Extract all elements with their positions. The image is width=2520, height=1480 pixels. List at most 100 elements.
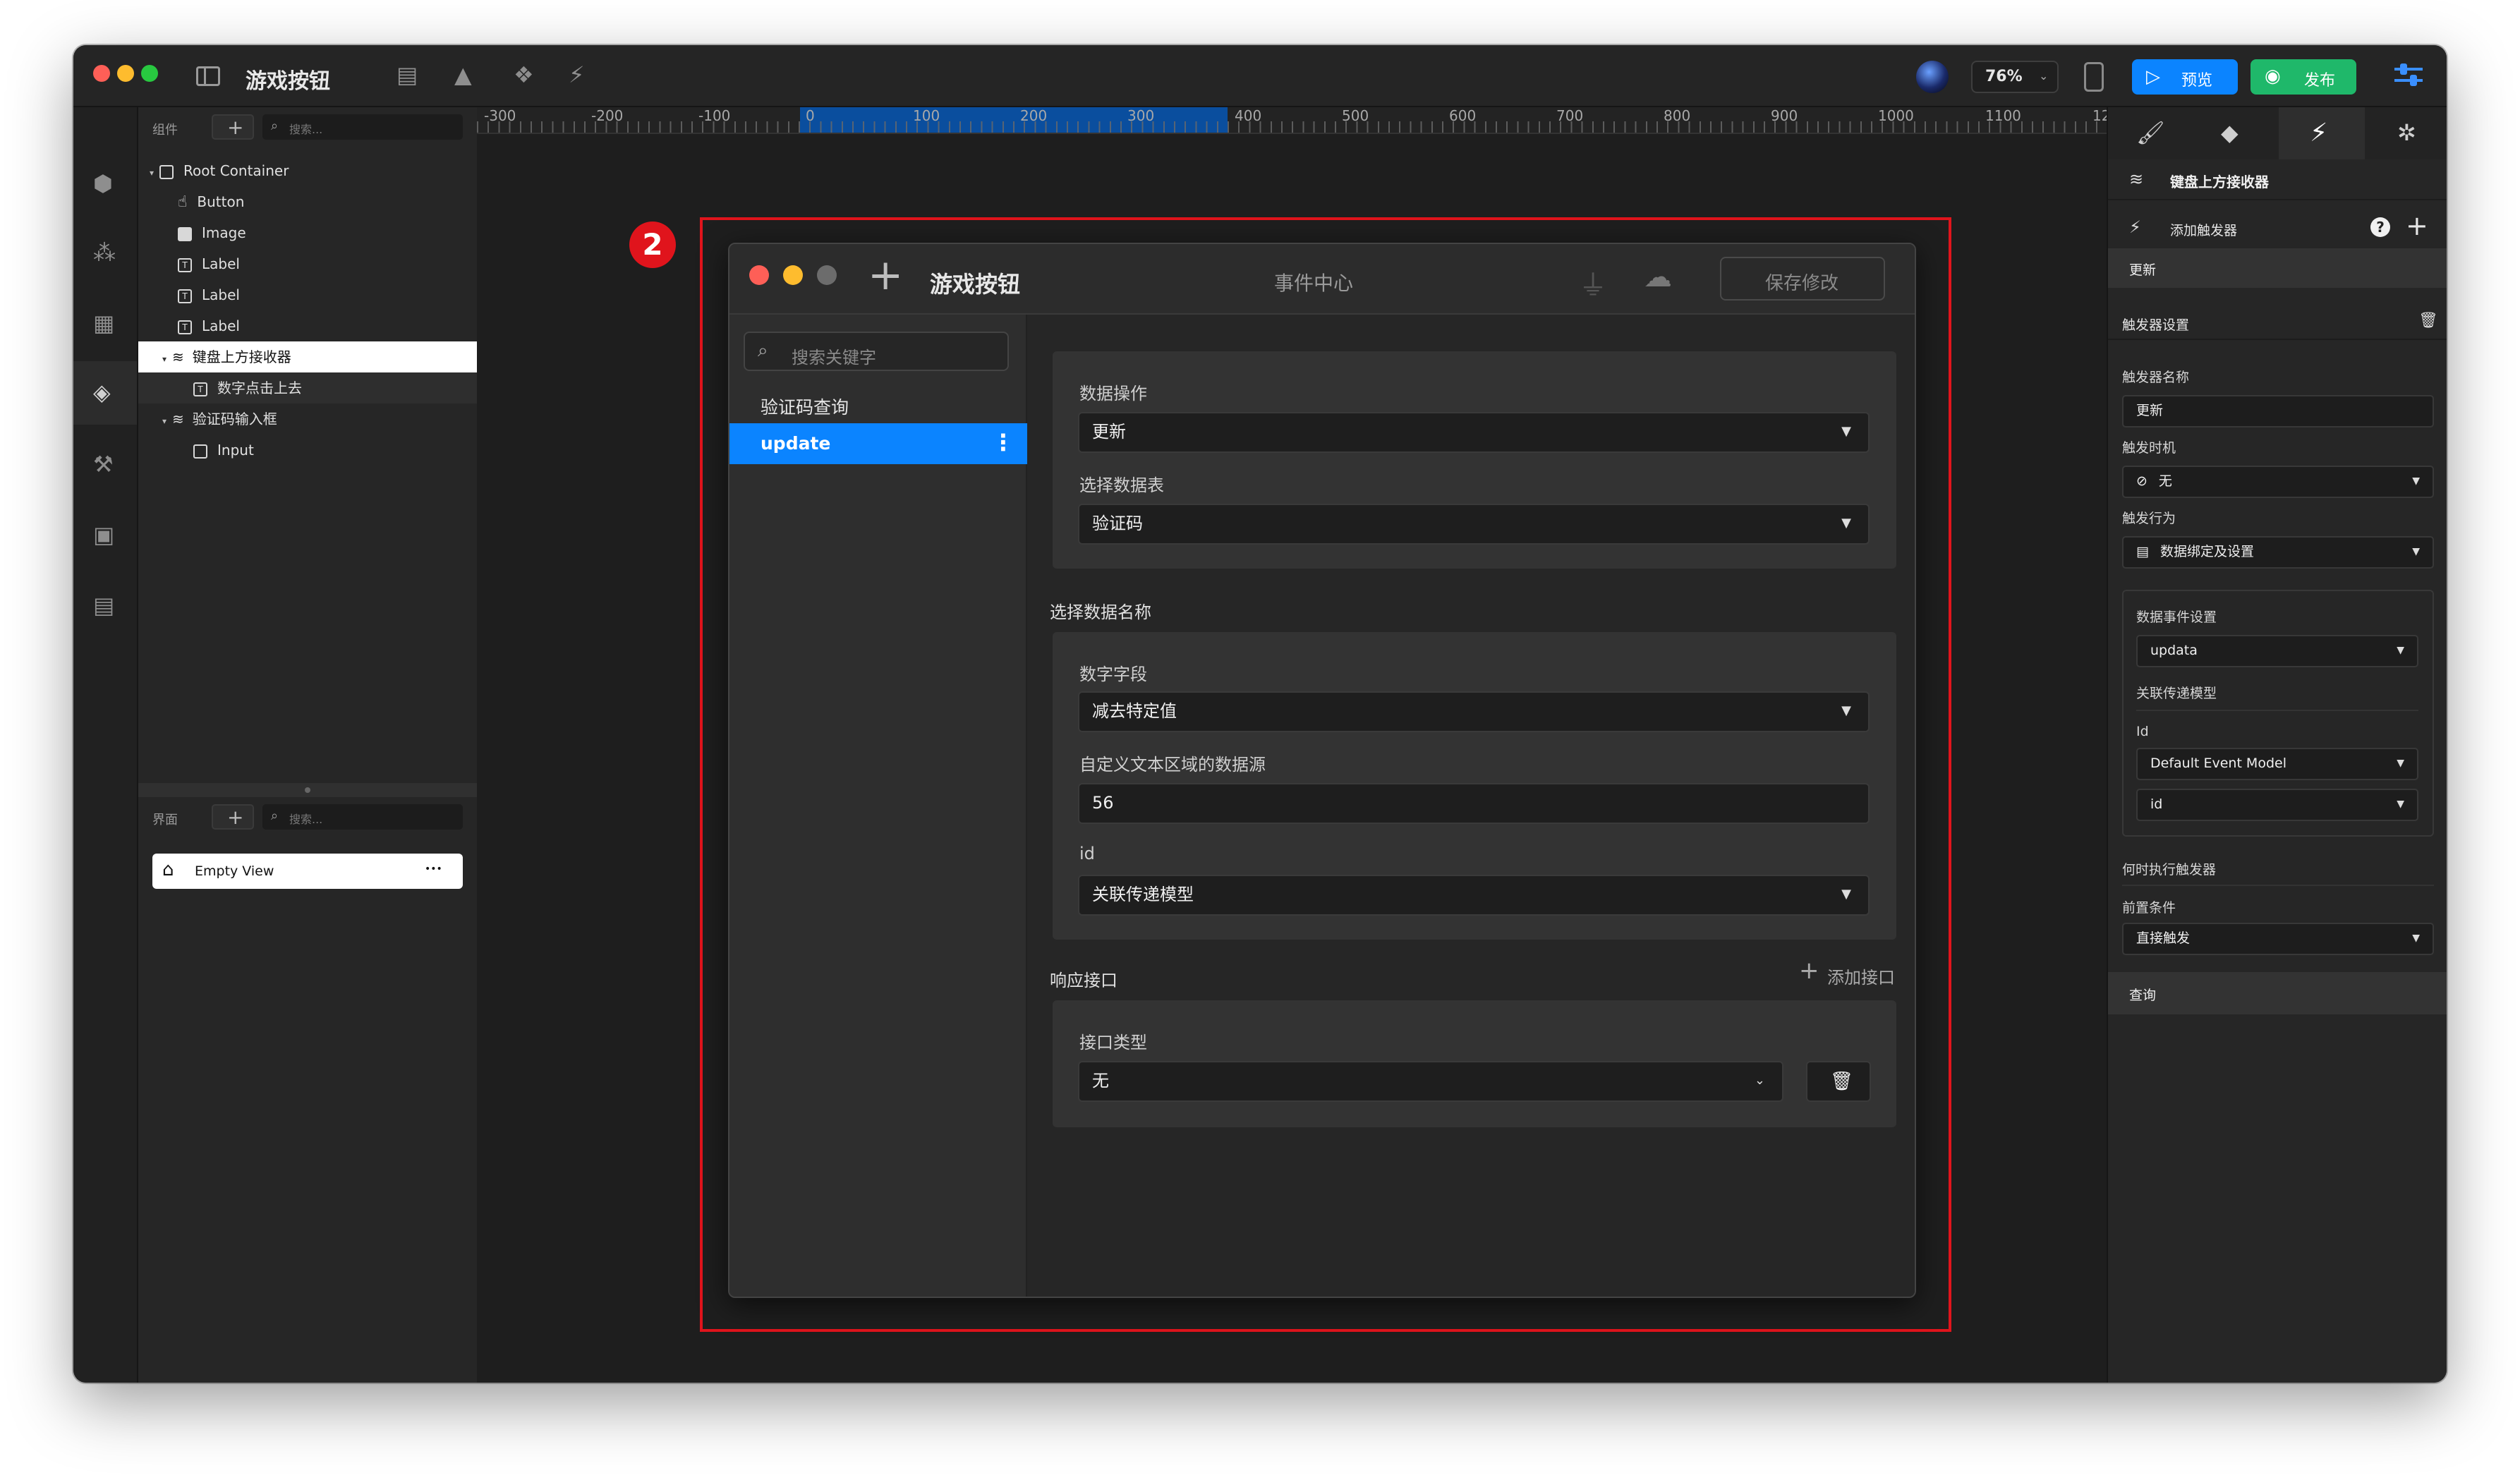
page-item-empty-view[interactable]: ⌂ Empty View ••• xyxy=(152,854,463,889)
ruler-label: 500 xyxy=(1342,107,1369,124)
components-icon[interactable]: ⁂ xyxy=(93,241,116,264)
minimize-window-button[interactable] xyxy=(117,65,134,82)
tree-digit-click[interactable]: T 数字点击上去 xyxy=(138,372,532,404)
event-item-update[interactable]: update ⋮ xyxy=(729,423,1027,464)
numeric-field-label: 数字字段 xyxy=(1079,665,1147,684)
grid-icon[interactable]: ▤ xyxy=(93,594,114,617)
tree-input[interactable]: Input xyxy=(138,435,532,466)
help-icon[interactable]: ? xyxy=(2370,217,2390,237)
filter-icon[interactable]: ⏚ xyxy=(1579,262,1607,303)
close-window-button[interactable] xyxy=(93,65,110,82)
lightning-tab-active[interactable]: ⚡ xyxy=(2279,107,2365,159)
trash-icon[interactable]: 🗑 xyxy=(2418,312,2438,329)
api-type-label: 接口类型 xyxy=(1079,1033,1147,1053)
brush-icon[interactable]: 🖌 xyxy=(2136,121,2165,144)
delete-api-button[interactable]: 🗑 xyxy=(1806,1061,1871,1102)
add-api-button[interactable]: + 添加接口 xyxy=(1799,957,1898,988)
bug-icon[interactable]: ✲ xyxy=(2397,121,2416,144)
precondition-select[interactable]: 直接触发 ▼ xyxy=(2122,923,2434,955)
page-search[interactable]: ⌕ 搜索... xyxy=(262,804,463,830)
save-changes-button[interactable]: 保存修改 xyxy=(1720,257,1885,301)
trigger-item-label: 更新 xyxy=(2129,262,2157,278)
cloud-icon[interactable]: ☁ xyxy=(1644,261,1672,293)
trigger-item-label: 查询 xyxy=(2129,988,2157,1003)
settings-sliders-icon[interactable] xyxy=(2394,63,2423,89)
preview-button[interactable]: ▷ 预览 xyxy=(2132,59,2238,95)
text-icon: T xyxy=(178,320,192,334)
api-type-select[interactable]: 无 ⌄ xyxy=(1078,1061,1783,1102)
model-select[interactable]: Default Event Model ▼ xyxy=(2136,748,2418,780)
save-label: 保存修改 xyxy=(1765,273,1839,294)
zoom-selector[interactable]: 76% ⌄ xyxy=(1971,61,2059,93)
database-icon: ≋ xyxy=(2129,169,2144,189)
tree-label: Label xyxy=(202,286,240,303)
event-detail-panel: 数据操作 更新 ▼ 选择数据表 验证码 ▼ 选择数据名称 数字字段 减去特定值 ▼ xyxy=(1027,315,1915,1297)
hammer-icon[interactable]: ⚒ xyxy=(93,453,114,475)
tree-image[interactable]: Image xyxy=(138,217,516,248)
numeric-field-select[interactable]: 减去特定值 ▼ xyxy=(1078,691,1870,732)
layers-icon-active[interactable]: ◈ xyxy=(73,361,137,425)
add-page-button[interactable]: + xyxy=(212,804,254,830)
dialog-zoom-button[interactable] xyxy=(817,265,837,285)
event-search-input[interactable]: ⌕ 搜索关键字 xyxy=(744,332,1009,371)
panel-divider[interactable] xyxy=(138,783,477,797)
tree-keyboard-receiver[interactable]: ▾ ≋ 键盘上方接收器 xyxy=(138,341,501,372)
trigger-action-select[interactable]: ▤ 数据绑定及设置 ▼ xyxy=(2122,536,2434,569)
publish-button[interactable]: ◉ 发布 xyxy=(2251,59,2356,95)
data-operation-select[interactable]: 更新 ▼ xyxy=(1078,412,1870,453)
diamond-icon[interactable]: ◆ xyxy=(2221,121,2239,144)
ruler-label: 400 xyxy=(1235,107,1262,124)
data-event-select[interactable]: updata ▼ xyxy=(2136,635,2418,667)
tree-button[interactable]: ☝ Button xyxy=(138,186,516,217)
tree-captcha-input[interactable]: ▾ ≋ 验证码输入框 xyxy=(138,404,501,435)
dialog-minimize-button[interactable] xyxy=(783,265,803,285)
device-icon[interactable] xyxy=(2084,62,2104,92)
trash-icon: 🗑 xyxy=(1830,1071,1854,1092)
id-field-select[interactable]: 关联传递模型 ▼ xyxy=(1078,875,1870,916)
lightning-icon: ⚡ xyxy=(2129,217,2141,237)
text-icon: T xyxy=(178,289,192,303)
trigger-item-update[interactable]: 更新 xyxy=(2108,248,2447,288)
caret-down-icon: ▼ xyxy=(2397,799,2404,810)
trigger-name-input[interactable]: 更新 xyxy=(2122,395,2434,427)
cube-icon[interactable]: ⬢ xyxy=(93,172,113,195)
list-icon: ▤ xyxy=(2136,544,2149,559)
dialog-close-button[interactable] xyxy=(749,265,769,285)
tree-label-2[interactable]: T Label xyxy=(138,279,516,310)
template-icon[interactable]: ▣ xyxy=(93,523,114,546)
more-vertical-icon[interactable]: ⋮ xyxy=(992,429,1014,456)
trigger-item-query[interactable]: 查询 xyxy=(2108,972,2447,1014)
data-table-select[interactable]: 验证码 ▼ xyxy=(1078,504,1870,545)
data-table-label: 选择数据表 xyxy=(1079,475,1164,495)
custom-source-value: 56 xyxy=(1092,793,1114,813)
zoom-window-button[interactable] xyxy=(141,65,158,82)
tree-label-1[interactable]: T Label xyxy=(138,248,516,279)
tree-label: 键盘上方接收器 xyxy=(192,348,291,365)
model-field-select[interactable]: id ▼ xyxy=(2136,789,2418,821)
tree-root-container[interactable]: ▾ Root Container xyxy=(138,155,488,186)
left-icon-rail: ⬢ ⁂ ▦ ◈ ⚒ ▣ ▤ xyxy=(73,107,138,1383)
event-item-captcha-query[interactable]: 验证码查询 xyxy=(729,384,1027,423)
add-trigger-button[interactable]: + xyxy=(2406,210,2428,241)
ruler-label: 200 xyxy=(1020,107,1048,124)
lightning-icon[interactable]: ⚡ xyxy=(569,63,584,86)
play-icon: ▷ xyxy=(2146,66,2160,87)
more-icon[interactable]: ••• xyxy=(425,863,442,875)
document-icon[interactable]: ▤ xyxy=(396,63,418,86)
add-component-button[interactable]: + xyxy=(212,114,254,140)
model-value: Default Event Model xyxy=(2150,756,2286,771)
assets-icon[interactable]: ❖ xyxy=(514,63,534,86)
sidebar-toggle-icon[interactable] xyxy=(196,66,220,86)
component-search[interactable]: ⌕ 搜索... xyxy=(262,114,463,140)
add-event-icon[interactable]: + xyxy=(868,254,903,296)
layout-icon[interactable]: ▦ xyxy=(93,312,114,334)
numeric-field-value: 减去特定值 xyxy=(1092,701,1177,721)
avatar[interactable] xyxy=(1916,61,1949,93)
trigger-timing-select[interactable]: ⊘ 无 ▼ xyxy=(2122,466,2434,498)
add-trigger-label: 添加触发器 xyxy=(2170,223,2238,238)
drive-icon[interactable]: ▲ xyxy=(454,63,472,86)
caret-down-icon: ▼ xyxy=(1841,424,1851,439)
tree-label-3[interactable]: T Label xyxy=(138,310,516,341)
custom-source-input[interactable]: 56 xyxy=(1078,783,1870,824)
text-icon: T xyxy=(193,382,207,396)
